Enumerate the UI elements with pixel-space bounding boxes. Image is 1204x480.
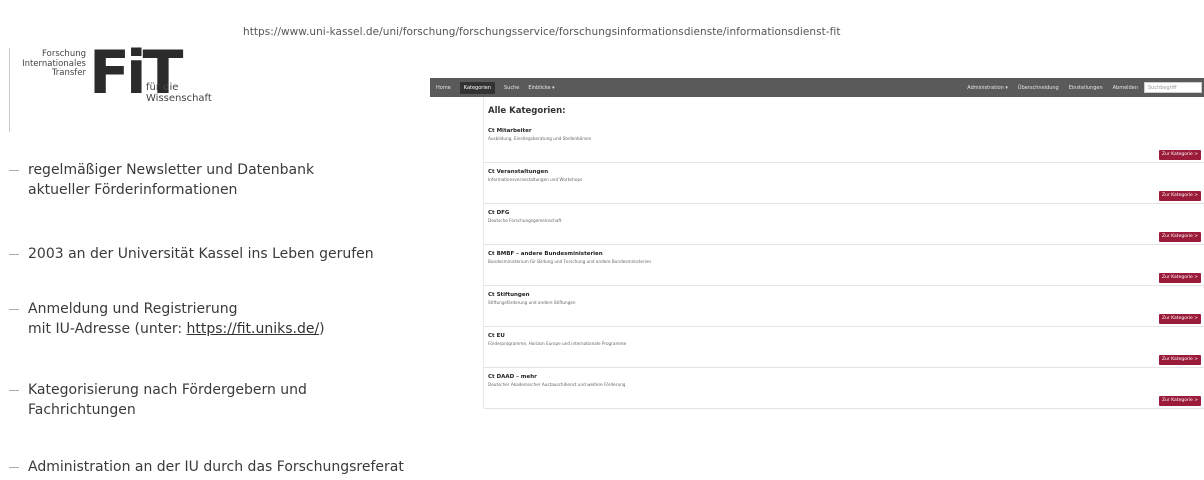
category-button[interactable]: Zur Kategorie > (1159, 273, 1201, 283)
category-item: Ct Veranstaltungen Informationsveranstal… (484, 163, 1204, 204)
category-item: Ct Stiftungen Stiftungsförderung und and… (484, 286, 1204, 327)
category-name: Ct Mitarbeiter (488, 128, 532, 134)
nav-kategorien[interactable]: Kategorien (459, 81, 495, 94)
nav-home[interactable]: Home (436, 85, 451, 91)
source-url: https://www.uni-kassel.de/uni/forschung/… (243, 26, 841, 38)
nav-administration[interactable]: Administration ▾ (967, 85, 1008, 91)
category-list: Alle Kategorien: Ct Mitarbeiter Ausbildu… (483, 97, 1204, 409)
category-name: Ct Stiftungen (488, 292, 530, 298)
category-item: Ct BMBF – andere Bundesministerien Bunde… (484, 245, 1204, 286)
category-name: Ct DAAD – mehr (488, 374, 537, 380)
bullet-text: Kategorisierung nach Fördergebern und (28, 382, 307, 398)
dash-icon (9, 467, 19, 468)
bullet-text: regelmäßiger Newsletter und Datenbank (28, 162, 315, 178)
logo-line: Transfer (51, 68, 86, 79)
category-button[interactable]: Zur Kategorie > (1159, 314, 1201, 324)
nav-einblicke[interactable]: Einblicke ▾ (528, 85, 554, 91)
fit-link[interactable]: https://fit.uniks.de/ (187, 321, 320, 337)
category-desc: Stiftungsförderung und andere Stiftungen (488, 300, 576, 305)
category-name: Ct DFG (488, 210, 510, 216)
bullet-text: aktueller Förderinformationen (28, 182, 238, 198)
category-desc: Bundesministerium für Bildung und Forsch… (488, 259, 652, 264)
page-title: Alle Kategorien: (488, 106, 566, 116)
logo-line: für die (146, 82, 179, 93)
dash-icon (9, 390, 19, 391)
category-desc: Informationsveranstaltungen und Workshop… (488, 177, 583, 182)
category-name: Ct BMBF – andere Bundesministerien (488, 251, 603, 257)
logo-line: Wissenschaft (146, 93, 212, 104)
bullet-text: Anmeldung und Registrierung (28, 301, 238, 317)
category-desc: Deutscher Akademischer Austauschdienst u… (488, 382, 626, 387)
navbar: Home Kategorien Suche Einblicke ▾ Admini… (430, 78, 1204, 97)
category-button[interactable]: Zur Kategorie > (1159, 150, 1201, 160)
category-button[interactable]: Zur Kategorie > (1159, 191, 1201, 201)
fit-website-screenshot: Home Kategorien Suche Einblicke ▾ Admini… (430, 78, 1204, 409)
dash-icon (9, 309, 19, 310)
nav-abmelden[interactable]: Abmelden (1113, 85, 1138, 91)
dash-icon (9, 254, 19, 255)
bullet-text-prefix: mit IU-Adresse (unter: (28, 321, 187, 337)
bullet-text: mit IU-Adresse (unter: https://fit.uniks… (28, 319, 453, 339)
logo-right-text: für die Wissenschaft (146, 82, 212, 104)
dash-icon (9, 170, 19, 171)
category-item: Ct EU Förderprogramme, Horizon Europe un… (484, 327, 1204, 368)
nav-suche[interactable]: Suche (504, 85, 519, 91)
bullet-text: Fachrichtungen (28, 402, 136, 418)
bullet-text-suffix: ) (319, 321, 325, 337)
category-name: Ct EU (488, 333, 505, 339)
bullet-text: Administration an der IU durch das Forsc… (28, 459, 404, 475)
category-desc: Deutsche Forschungsgemeinschaft (488, 218, 562, 223)
category-item: Ct DAAD – mehr Deutscher Akademischer Au… (484, 368, 1204, 409)
category-desc: Förderprogramme, Horizon Europe und inte… (488, 341, 627, 346)
category-name: Ct Veranstaltungen (488, 169, 549, 175)
search-input[interactable]: Suchbegriff (1144, 82, 1202, 93)
bullet-text: 2003 an der Universität Kassel ins Leben… (28, 246, 374, 262)
category-desc: Ausbildung, Einstiegsberatung und Stelle… (488, 136, 592, 141)
nav-ueberschneidung[interactable]: Überschneidung (1018, 85, 1059, 91)
nav-einstellungen[interactable]: Einstellungen (1069, 85, 1103, 91)
category-button[interactable]: Zur Kategorie > (1159, 396, 1201, 406)
category-button[interactable]: Zur Kategorie > (1159, 355, 1201, 365)
category-button[interactable]: Zur Kategorie > (1159, 232, 1201, 242)
category-item: Ct DFG Deutsche Forschungsgemeinschaft Z… (484, 204, 1204, 245)
category-item: Ct Mitarbeiter Ausbildung, Einstiegsbera… (484, 122, 1204, 163)
logo-left-text: Forschung Internationales Transfer (0, 49, 86, 79)
